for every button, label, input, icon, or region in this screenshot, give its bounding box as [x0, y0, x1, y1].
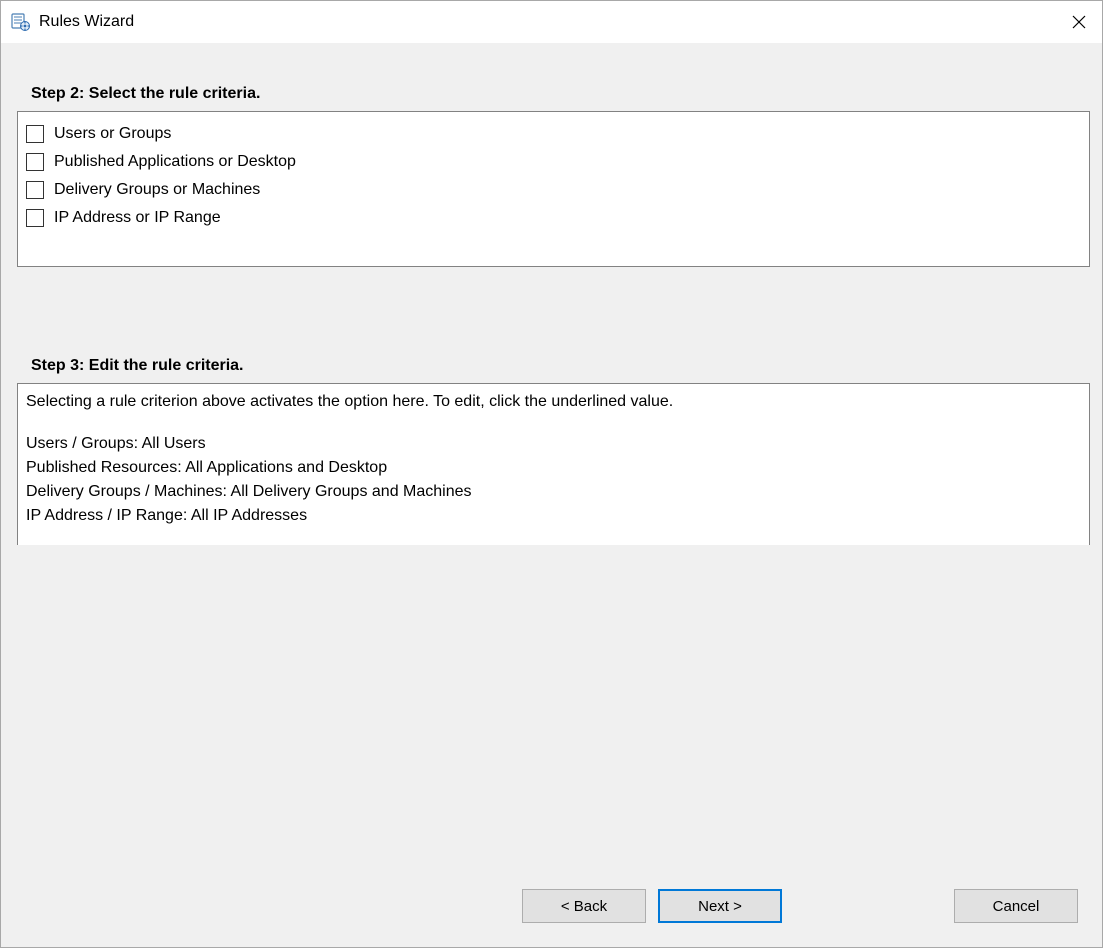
checkbox-icon: [26, 153, 44, 171]
cancel-button[interactable]: Cancel: [954, 889, 1078, 923]
checkbox-icon: [26, 181, 44, 199]
edit-line-ip: IP Address / IP Range: All IP Addresses: [26, 504, 1081, 528]
close-icon: [1072, 15, 1086, 29]
criteria-label: Published Applications or Desktop: [54, 153, 296, 171]
edit-line-users: Users / Groups: All Users: [26, 432, 1081, 456]
next-button[interactable]: Next >: [658, 889, 782, 923]
edit-intro-text: Selecting a rule criterion above activat…: [26, 390, 1081, 414]
criteria-label: Users or Groups: [54, 125, 171, 143]
criteria-list: Users or Groups Published Applications o…: [17, 111, 1090, 267]
wizard-button-bar: < Back Next > Cancel: [25, 889, 1078, 923]
edit-criteria-box: Selecting a rule criterion above activat…: [17, 383, 1090, 545]
step3-heading: Step 3: Edit the rule criteria.: [31, 357, 1090, 375]
rules-wizard-window: Rules Wizard Step 2: Select the rule cri…: [0, 0, 1103, 948]
edit-line-delivery: Delivery Groups / Machines: All Delivery…: [26, 480, 1081, 504]
criteria-option-published-apps[interactable]: Published Applications or Desktop: [26, 148, 1081, 176]
edit-line-resources: Published Resources: All Applications an…: [26, 456, 1081, 480]
checkbox-icon: [26, 125, 44, 143]
step2-heading: Step 2: Select the rule criteria.: [31, 85, 1090, 103]
checkbox-icon: [26, 209, 44, 227]
app-icon: [11, 12, 31, 32]
criteria-label: IP Address or IP Range: [54, 209, 221, 227]
criteria-option-ip-address[interactable]: IP Address or IP Range: [26, 204, 1081, 232]
close-button[interactable]: [1056, 1, 1102, 43]
wizard-content: Step 2: Select the rule criteria. Users …: [1, 43, 1102, 947]
titlebar: Rules Wizard: [1, 1, 1102, 43]
back-button[interactable]: < Back: [522, 889, 646, 923]
criteria-option-delivery-groups[interactable]: Delivery Groups or Machines: [26, 176, 1081, 204]
criteria-label: Delivery Groups or Machines: [54, 181, 260, 199]
window-title: Rules Wizard: [39, 13, 1056, 31]
criteria-option-users-groups[interactable]: Users or Groups: [26, 120, 1081, 148]
